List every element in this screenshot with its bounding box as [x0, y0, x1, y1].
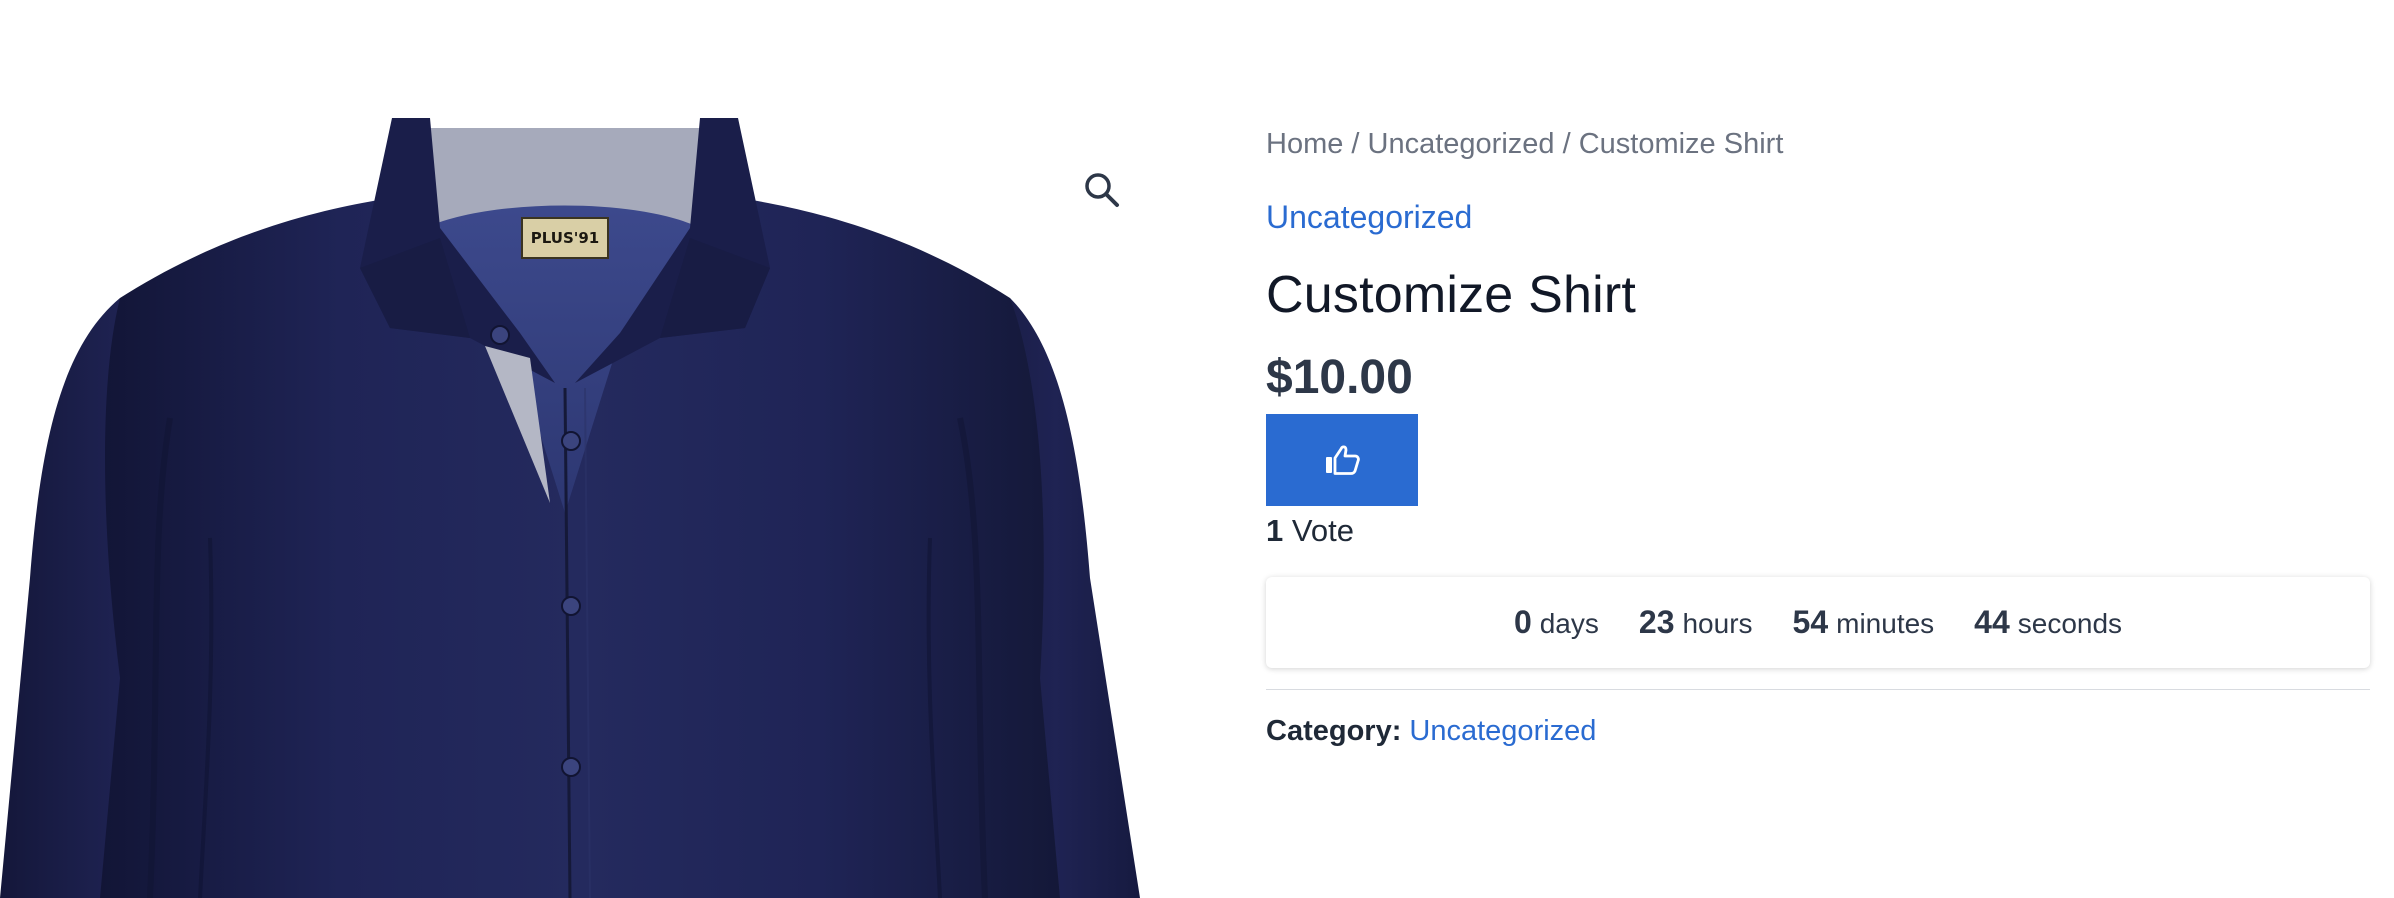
product-price: $10.00 [1266, 351, 1413, 404]
vote-count-label: Vote [1291, 513, 1354, 548]
countdown-minutes-value: 54 [1792, 604, 1829, 640]
countdown-days: 0 days [1514, 604, 1599, 641]
countdown-seconds-label: seconds [2017, 608, 2123, 639]
countdown-days-label: days [1539, 608, 1599, 639]
vote-count: 1 Vote [1266, 513, 1354, 549]
breadcrumb: Home / Uncategorized / Customize Shirt [1266, 128, 1783, 161]
vote-count-number: 1 [1266, 513, 1284, 548]
breadcrumb-separator: / [1343, 128, 1368, 160]
countdown-timer: 0 days 23 hours 54 minutes 44 seconds [1266, 577, 2370, 668]
product-meta: Category: Uncategorized [1266, 715, 1596, 748]
countdown-hours-label: hours [1682, 608, 1753, 639]
product-category-link[interactable]: Uncategorized [1266, 199, 1472, 236]
breadcrumb-current: Customize Shirt [1578, 128, 1784, 160]
breadcrumb-separator: / [1554, 128, 1579, 160]
zoom-button[interactable] [1075, 163, 1129, 217]
countdown-seconds-value: 44 [1974, 604, 2010, 640]
breadcrumb-category-link[interactable]: Uncategorized [1368, 128, 1555, 160]
magnifier-icon [1085, 173, 1119, 207]
countdown-minutes: 54 minutes [1793, 604, 1935, 641]
vote-button[interactable] [1266, 414, 1418, 506]
countdown-days-value: 0 [1513, 604, 1532, 640]
divider [1266, 689, 2370, 690]
countdown-minutes-label: minutes [1836, 608, 1935, 639]
product-title: Customize Shirt [1266, 266, 1636, 324]
meta-category-link[interactable]: Uncategorized [1409, 715, 1596, 747]
countdown-seconds: 44 seconds [1974, 604, 2122, 641]
countdown-hours-value: 23 [1638, 604, 1675, 640]
product-image[interactable]: PLUS'91 [0, 118, 1175, 898]
meta-category-label: Category: [1266, 715, 1402, 747]
countdown-hours: 23 hours [1639, 604, 1753, 641]
brand-label: PLUS'91 [522, 218, 608, 258]
brand-label-text: PLUS'91 [530, 229, 600, 247]
thumbs-up-icon [1326, 445, 1360, 475]
breadcrumb-home-link[interactable]: Home [1266, 128, 1343, 160]
